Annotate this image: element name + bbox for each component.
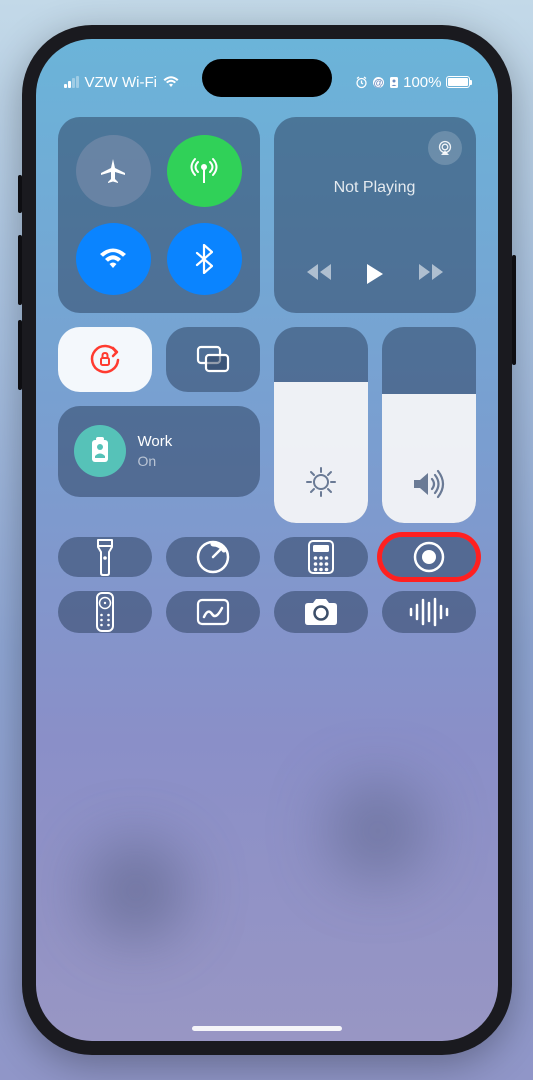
orientation-lock-icon — [86, 340, 124, 378]
timer-icon — [195, 539, 231, 575]
timer-button[interactable] — [166, 537, 260, 577]
bluetooth-button[interactable] — [167, 223, 242, 295]
focus-state-label: On — [138, 452, 173, 470]
brightness-icon — [304, 465, 338, 499]
battery-icon — [446, 76, 470, 88]
media-title-label: Not Playing — [292, 179, 458, 197]
media-controls — [292, 263, 458, 285]
focus-text: Work On — [138, 432, 173, 470]
volume-slider[interactable] — [382, 327, 476, 523]
airplane-mode-button[interactable] — [76, 135, 151, 207]
silent-switch — [18, 175, 22, 213]
status-right: @ 100% — [355, 74, 469, 91]
record-icon — [411, 539, 447, 575]
wifi-status-icon — [163, 76, 179, 88]
apple-tv-remote-button[interactable] — [58, 591, 152, 633]
dynamic-island — [202, 59, 332, 97]
waveform-icon — [407, 597, 451, 627]
airplay-icon — [436, 139, 454, 157]
screen-mirroring-button[interactable] — [166, 327, 260, 392]
play-button[interactable] — [366, 263, 384, 285]
volume-icon — [411, 469, 447, 499]
screen-record-button[interactable] — [382, 537, 476, 577]
forward-icon — [418, 263, 444, 281]
next-track-button[interactable] — [418, 263, 444, 285]
battery-percent-label: 100% — [403, 74, 441, 91]
flashlight-icon — [94, 537, 116, 577]
screen: VZW Wi-Fi @ 100% — [36, 39, 498, 1041]
focus-work-icon — [74, 425, 126, 477]
alarm-icon — [355, 76, 368, 89]
cellular-data-button[interactable] — [167, 135, 242, 207]
airplay-button[interactable] — [428, 131, 462, 165]
camera-button[interactable] — [274, 591, 368, 633]
screen-mirroring-icon — [195, 344, 231, 374]
freeform-icon — [195, 597, 231, 627]
play-icon — [366, 263, 384, 285]
brightness-slider[interactable] — [274, 327, 368, 523]
wifi-icon — [98, 247, 128, 271]
freeform-button[interactable] — [166, 591, 260, 633]
at-icon: @ — [372, 76, 385, 89]
contact-icon — [389, 76, 399, 89]
focus-label: Work — [138, 432, 173, 452]
carrier-label: VZW Wi-Fi — [85, 74, 157, 91]
control-center: Not Playing — [58, 117, 476, 1019]
flashlight-button[interactable] — [58, 537, 152, 577]
airplane-icon — [98, 156, 128, 186]
volume-up-button — [18, 235, 22, 305]
rewind-icon — [306, 263, 332, 281]
svg-text:@: @ — [374, 78, 384, 89]
antenna-icon — [188, 155, 220, 187]
home-indicator[interactable] — [192, 1026, 342, 1031]
bluetooth-icon — [195, 244, 213, 274]
volume-fill — [382, 394, 476, 523]
orientation-lock-button[interactable] — [58, 327, 152, 392]
brightness-fill — [274, 382, 368, 523]
media-tile[interactable]: Not Playing — [274, 117, 476, 313]
volume-down-button — [18, 320, 22, 390]
calculator-icon — [307, 539, 335, 575]
remote-icon — [95, 591, 115, 633]
focus-button[interactable]: Work On — [58, 406, 260, 497]
signal-icon — [64, 76, 79, 88]
phone-frame: VZW Wi-Fi @ 100% — [22, 25, 512, 1055]
power-button — [512, 255, 516, 365]
shazam-button[interactable] — [382, 591, 476, 633]
status-left: VZW Wi-Fi — [64, 74, 179, 91]
camera-icon — [301, 596, 341, 628]
wifi-button[interactable] — [76, 223, 151, 295]
previous-track-button[interactable] — [306, 263, 332, 285]
calculator-button[interactable] — [274, 537, 368, 577]
connectivity-group[interactable] — [58, 117, 260, 313]
